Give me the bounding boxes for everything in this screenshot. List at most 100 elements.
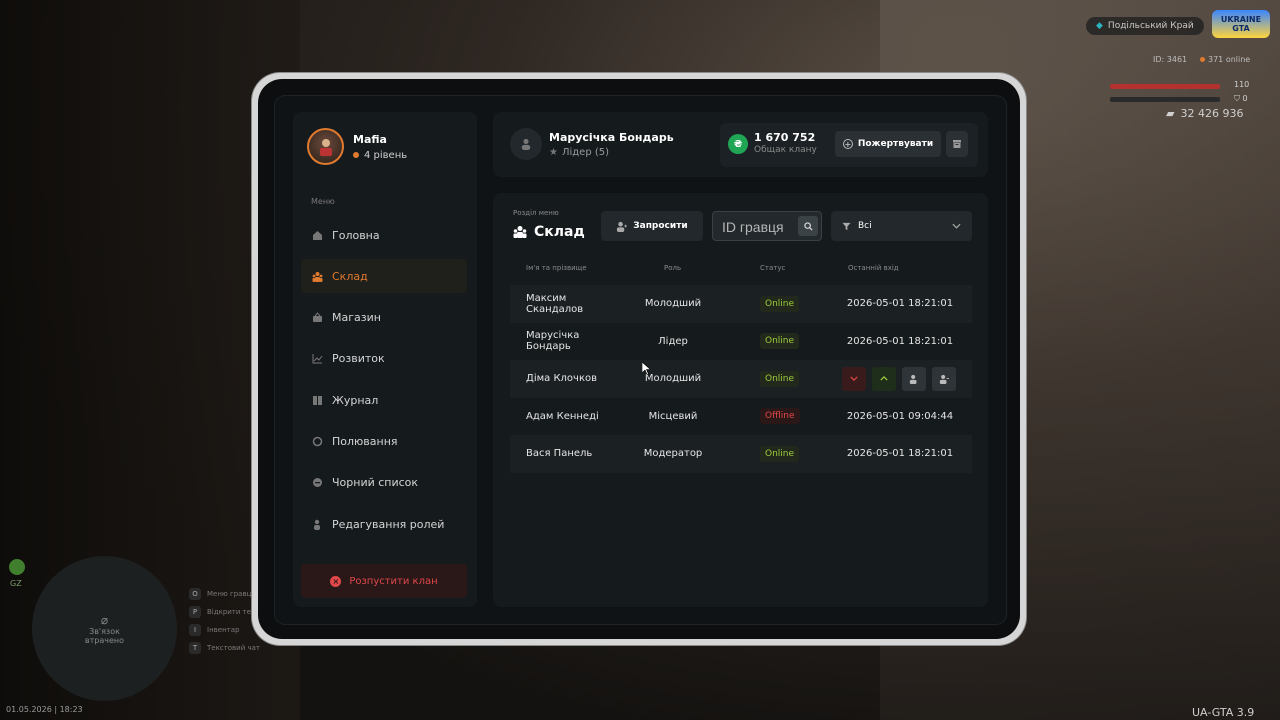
member-last-login: 2026-05-01 18:21:01 <box>846 298 954 310</box>
archive-icon <box>953 140 961 148</box>
status-badge: Online <box>760 370 800 387</box>
zone-label: GZ <box>10 579 22 588</box>
treasury-label: Общак клану <box>754 145 817 155</box>
status-badge: Online <box>760 295 800 312</box>
sidebar-item-home[interactable]: Головна <box>301 218 467 252</box>
user-icon <box>909 374 917 384</box>
server-badge: ◆ Подільський Край <box>1086 17 1204 35</box>
member-last-login: 2026-05-01 18:21:01 <box>846 335 954 347</box>
member-role: Молодший <box>644 373 702 385</box>
table-row[interactable]: Адам Кеннеді Місцевий Offline 2026-05-01… <box>510 398 972 436</box>
user-edit-icon <box>312 519 323 530</box>
sidebar-item-hunting[interactable]: Полювання <box>301 424 467 458</box>
sidebar-item-warehouse[interactable]: Склад <box>301 259 467 294</box>
player-id: ID: 3461 <box>1153 55 1188 64</box>
table-row[interactable]: Максим Скандалов Молодший Online 2026-05… <box>510 285 972 323</box>
sidebar-item-journal[interactable]: Журнал <box>301 383 467 417</box>
user-name: Марусічка Бондарь <box>549 130 674 144</box>
armor-bar <box>1110 97 1220 102</box>
member-name: Адам Кеннеді <box>526 410 599 422</box>
status-badge: Offline <box>760 408 800 425</box>
level-dot-icon <box>353 152 359 158</box>
minimap: ⌀ Зв'язок втрачено <box>32 556 177 701</box>
user-add-icon <box>617 221 628 232</box>
role-filter-select[interactable]: Всі <box>831 211 972 241</box>
status-badge: Online <box>760 333 800 350</box>
member-role: Молодший <box>644 298 702 310</box>
datetime: 01.05.2026 | 18:23 <box>6 705 83 714</box>
book-icon <box>312 395 323 406</box>
basket-icon <box>312 312 323 323</box>
search-button[interactable] <box>798 216 818 236</box>
table-header: Ім'я та прізвище Роль Статус Останній вх… <box>510 264 972 276</box>
members-table: Максим Скандалов Молодший Online 2026-05… <box>510 285 972 473</box>
clan-emblem-icon <box>319 138 332 156</box>
invite-button[interactable]: Запросити <box>601 211 703 241</box>
people-icon <box>513 226 527 238</box>
online-dot-icon <box>1200 57 1205 62</box>
chevron-down-icon <box>952 223 961 229</box>
table-row[interactable]: Діма Клочков Молодший Online <box>510 360 972 398</box>
people-icon <box>312 271 323 282</box>
health-bar <box>1110 84 1220 89</box>
donate-button[interactable]: + Пожертвувати <box>835 131 941 157</box>
hint-key: O <box>189 588 201 600</box>
member-last-login: 2026-05-01 18:21:01 <box>846 448 954 460</box>
circle-icon <box>312 436 323 447</box>
game-version: UA-GTA 3.9 <box>1192 706 1255 719</box>
member-name: Діма Клочков <box>526 373 598 385</box>
column-last-login: Останній вхід <box>848 264 899 272</box>
home-icon <box>312 230 323 241</box>
hint-key: I <box>189 624 201 636</box>
minimap-line2: втрачено <box>84 635 125 645</box>
shield-icon: ⛉ <box>1234 94 1240 103</box>
kick-user-button[interactable] <box>932 366 956 391</box>
user-action-button[interactable] <box>902 366 926 391</box>
member-name: Вася Панель <box>526 448 593 460</box>
hint-key: P <box>189 606 201 618</box>
clan-profile: Mafia 4 рівень <box>307 128 407 165</box>
money-icon: ▰ <box>1166 107 1175 120</box>
table-row[interactable]: Марусічка Бондарь Лідер Online 2026-05-0… <box>510 323 972 361</box>
chevron-up-icon <box>880 376 888 381</box>
current-user: Марусічка Бондарь ★ Лідер (5) <box>510 128 674 160</box>
member-name: Максим Скандалов <box>526 292 584 315</box>
star-icon: ★ <box>549 146 558 158</box>
currency-icon: ₴ <box>728 134 748 154</box>
menu-caption: Меню <box>311 197 335 206</box>
sidebar-item-development[interactable]: Розвиток <box>301 342 467 376</box>
player-id-search <box>712 211 822 241</box>
column-role: Роль <box>664 264 682 272</box>
search-icon <box>803 221 813 231</box>
member-role: Місцевий <box>648 410 698 422</box>
member-actions <box>842 360 956 398</box>
user-avatar <box>510 128 542 160</box>
filter-icon <box>842 222 851 230</box>
mouse-cursor-icon <box>642 362 651 375</box>
demote-button[interactable] <box>842 366 866 391</box>
search-input[interactable] <box>722 218 790 235</box>
health-value: 110 <box>1234 80 1250 89</box>
sidebar-item-shop[interactable]: Магазин <box>301 301 467 335</box>
section-caption: Розділ меню <box>513 209 559 217</box>
chevron-down-icon <box>850 376 858 382</box>
clan-name: Mafia <box>353 132 387 146</box>
sidebar-item-blacklist[interactable]: Чорний список <box>301 466 467 500</box>
disband-clan-button[interactable]: × Розпустити клан <box>301 564 467 598</box>
location-icon: ◆ <box>1096 21 1103 31</box>
user-icon <box>521 138 531 150</box>
sidebar-item-edit-roles[interactable]: Редагування ролей <box>301 507 467 541</box>
clan-avatar <box>307 128 344 165</box>
promote-button[interactable] <box>872 366 896 391</box>
game-logo: UKRAINE GTA <box>1212 10 1270 38</box>
table-row[interactable]: Вася Панель Модератор Online 2026-05-01 … <box>510 435 972 473</box>
user-remove-icon <box>939 374 949 384</box>
treasury-amount: 1 670 752 <box>754 131 816 144</box>
money-display: ▰ 32 426 936 <box>1166 107 1244 120</box>
member-name: Марусічка Бондарь <box>526 330 580 353</box>
close-circle-icon: × <box>330 575 342 587</box>
storage-button[interactable] <box>946 131 968 157</box>
member-role: Модератор <box>643 448 703 460</box>
minimap-line1: Зв'язок <box>89 626 120 636</box>
member-role: Лідер <box>658 335 688 347</box>
